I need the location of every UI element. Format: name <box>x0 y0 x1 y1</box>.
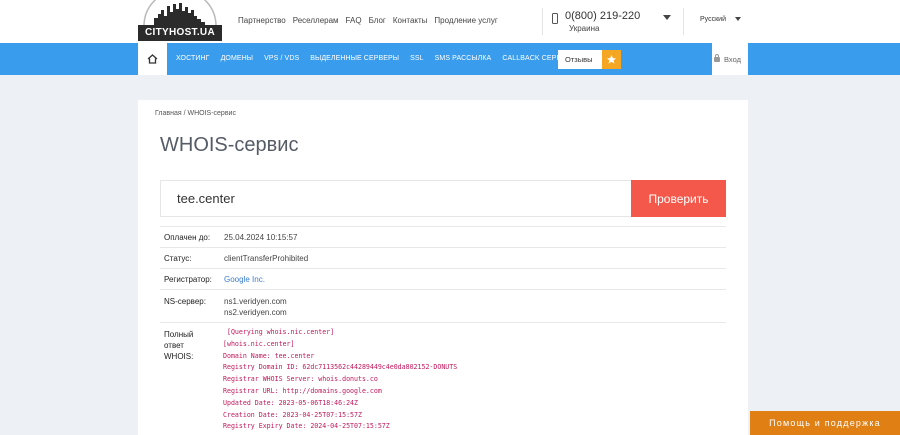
nav-item-hosting[interactable]: ХОСТИНГ <box>176 55 210 62</box>
whois-label: Полный ответ WHOIS: <box>164 330 194 361</box>
home-icon <box>147 54 158 64</box>
divider <box>542 8 543 35</box>
top-links: Партнерство Реселлерам FAQ Блог Контакты… <box>238 16 498 25</box>
detail-value: clientTransferProhibited <box>224 254 309 263</box>
breadcrumb[interactable]: Главная / WHOIS-сервис <box>155 110 236 117</box>
ns-server-2: ns2.veridyen.com <box>224 308 287 317</box>
page-title: WHOIS-сервис <box>160 134 299 156</box>
nav-item-sms[interactable]: SMS РАССЫЛКА <box>435 55 492 62</box>
whois-raw-output: [Querying whois.nic.center] [whois.nic.c… <box>223 328 458 431</box>
detail-row-whois: Полный ответ WHOIS: [Querying whois.nic.… <box>160 322 726 435</box>
phone-dropdown[interactable]: 0(800) 219-220 Украина <box>552 10 672 36</box>
top-link-blog[interactable]: Блог <box>369 16 386 25</box>
nav-item-domains[interactable]: ДОМЕНЫ <box>221 55 254 62</box>
detail-label: Регистратор: <box>164 275 212 284</box>
top-link-renewal[interactable]: Продление услуг <box>434 16 497 25</box>
nav-item-vps[interactable]: VPS / VDS <box>264 55 299 62</box>
detail-label: NS-сервер: <box>164 297 206 306</box>
detail-label: Оплачен до: <box>164 233 211 242</box>
login-label: Вход <box>724 55 741 64</box>
nav-item-ssl[interactable]: SSL <box>410 55 424 62</box>
phone-number: 0(800) 219-220 <box>565 10 641 22</box>
mobile-phone-icon <box>552 13 558 24</box>
top-link-faq[interactable]: FAQ <box>346 16 362 25</box>
detail-label: Статус: <box>164 254 192 263</box>
check-button[interactable]: Проверить <box>631 180 726 217</box>
detail-value: 25.04.2024 10:15:57 <box>224 233 298 242</box>
nav-item-dedicated[interactable]: ВЫДЕЛЕННЫЕ СЕРВЕРЫ <box>310 55 399 62</box>
registrar-link[interactable]: Google Inc. <box>224 275 265 284</box>
lock-icon <box>714 54 720 62</box>
city-skyline-icon <box>143 0 217 26</box>
top-link-partnership[interactable]: Партнерство <box>238 16 286 25</box>
home-button[interactable] <box>138 43 167 75</box>
detail-row-registrar: Регистратор: Google Inc. <box>160 268 726 289</box>
main-nav: ХОСТИНГ ДОМЕНЫ VPS / VDS ВЫДЕЛЕННЫЕ СЕРВ… <box>0 43 900 75</box>
top-link-resellers[interactable]: Реселлерам <box>293 16 339 25</box>
reviews-button[interactable]: Отзывы <box>558 50 621 69</box>
chevron-down-icon <box>663 15 671 20</box>
login-button[interactable]: Вход <box>712 43 748 75</box>
reviews-label: Отзывы <box>565 55 593 64</box>
top-bar: CITYHOST.UA Партнерство Реселлерам FAQ Б… <box>0 0 900 43</box>
nav-items: ХОСТИНГ ДОМЕНЫ VPS / VDS ВЫДЕЛЕННЫЕ СЕРВ… <box>176 55 583 62</box>
chevron-down-icon <box>735 17 741 21</box>
top-link-contacts[interactable]: Контакты <box>393 16 428 25</box>
help-support-button[interactable]: Помощь и поддержка <box>750 411 900 435</box>
whois-card: Главная / WHOIS-сервис WHOIS-сервис Пров… <box>138 100 748 435</box>
ns-server-1: ns1.veridyen.com <box>224 297 287 306</box>
star-icon <box>602 50 621 69</box>
logo-text: CITYHOST.UA <box>138 25 222 41</box>
language-select[interactable]: Русский <box>700 16 726 23</box>
detail-row-status: Статус: clientTransferProhibited <box>160 247 726 268</box>
detail-row-ns: NS-сервер: ns1.veridyen.com ns2.veridyen… <box>160 289 726 322</box>
domain-search-input[interactable] <box>160 180 632 217</box>
divider <box>683 8 684 35</box>
detail-row-paid-until: Оплачен до: 25.04.2024 10:15:57 <box>160 226 726 247</box>
phone-country: Украина <box>569 24 600 33</box>
logo[interactable]: CITYHOST.UA <box>138 0 222 43</box>
